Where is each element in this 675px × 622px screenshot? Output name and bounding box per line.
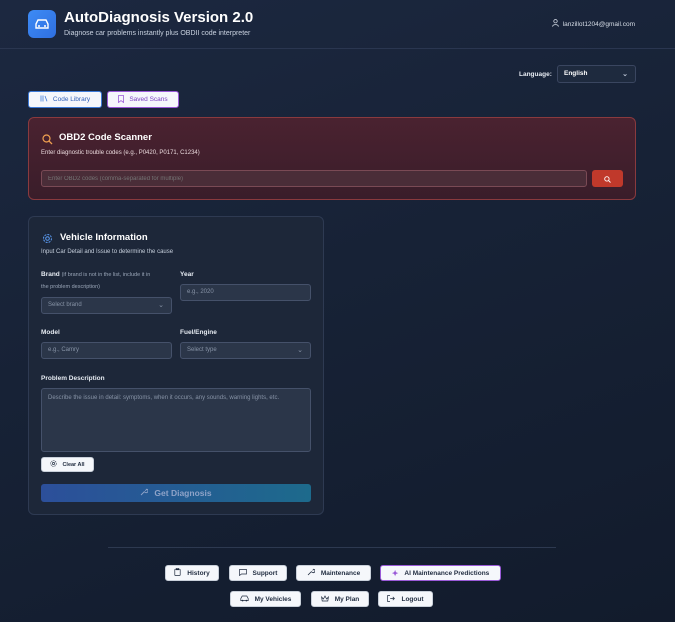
vehicle-information-panel: Vehicle Information Input Car Detail and… xyxy=(28,216,324,515)
year-label: Year xyxy=(180,271,194,278)
fuel-engine-label: Fuel/Engine xyxy=(180,329,217,336)
crown-icon xyxy=(320,594,329,604)
bookmark-icon xyxy=(118,94,125,105)
history-button[interactable]: History xyxy=(165,565,219,581)
model-label: Model xyxy=(41,329,60,336)
year-placeholder: e.g., 2020 xyxy=(187,289,214,295)
scanner-title: OBD2 Code Scanner xyxy=(59,132,152,143)
app-title: AutoDiagnosis Version 2.0 xyxy=(64,9,254,26)
brand-label-text: Brand xyxy=(41,271,60,278)
app-header: AutoDiagnosis Version 2.0 Diagnose car p… xyxy=(0,0,675,49)
gear-icon xyxy=(50,460,58,469)
problem-description-label: Problem Description xyxy=(41,375,105,382)
chevron-down-icon: ⌄ xyxy=(158,302,164,309)
obd2-code-input[interactable] xyxy=(41,170,587,187)
my-vehicles-label: My Vehicles xyxy=(254,595,292,603)
car-icon xyxy=(240,595,249,604)
search-icon xyxy=(42,132,53,150)
code-library-label: Code Library xyxy=(52,96,91,103)
ai-maintenance-predictions-button[interactable]: ✦ AI Maintenance Predictions xyxy=(380,565,501,581)
chevron-down-icon: ⌄ xyxy=(622,71,628,78)
obd2-scanner-panel: OBD2 Code Scanner Enter diagnostic troub… xyxy=(28,117,636,200)
user-account[interactable]: lanzillot1204@gmail.com xyxy=(551,19,635,29)
brand-select-value: Select brand xyxy=(48,302,82,308)
search-icon xyxy=(604,170,611,188)
brand-select[interactable]: Select brand ⌄ xyxy=(41,297,172,314)
code-library-button[interactable]: Code Library xyxy=(28,91,102,108)
problem-description-input[interactable]: Describe the issue in detail: symptoms, … xyxy=(41,388,311,452)
gear-icon xyxy=(42,231,53,249)
user-email: lanzillot1204@gmail.com xyxy=(562,20,635,28)
support-label: Support xyxy=(252,569,278,577)
user-icon xyxy=(551,19,559,29)
vehicle-description: Input Car Detail and Issue to determine … xyxy=(41,249,174,255)
scan-button[interactable] xyxy=(592,170,623,187)
library-icon xyxy=(40,95,48,104)
ai-predictions-label: AI Maintenance Predictions xyxy=(404,569,490,577)
brand-note: (if brand is not in the list, include it… xyxy=(61,272,151,278)
history-label: History xyxy=(187,569,210,577)
support-button[interactable]: Support xyxy=(229,565,287,581)
clear-all-button[interactable]: Clear All xyxy=(41,457,94,472)
fuel-engine-select[interactable]: Select type ⌄ xyxy=(180,342,311,359)
model-input[interactable]: e.g., Camry xyxy=(41,342,172,359)
saved-scans-label: Saved Scans xyxy=(129,96,168,103)
language-label: Language: xyxy=(519,71,552,78)
chevron-down-icon: ⌄ xyxy=(297,347,303,354)
maintenance-button[interactable]: Maintenance xyxy=(296,565,371,581)
logout-label: Logout xyxy=(401,595,424,603)
fuel-engine-value: Select type xyxy=(187,347,217,353)
clear-all-label: Clear All xyxy=(62,461,85,468)
maintenance-label: Maintenance xyxy=(320,569,361,577)
vehicle-title: Vehicle Information xyxy=(60,232,148,243)
my-plan-button[interactable]: My Plan xyxy=(311,591,369,607)
logout-icon xyxy=(387,594,396,604)
chat-icon xyxy=(238,568,247,578)
brand-note-continued: the problem description) xyxy=(41,284,101,290)
clipboard-icon xyxy=(174,568,181,578)
language-select[interactable]: English ⌄ xyxy=(557,65,636,83)
model-placeholder: e.g., Camry xyxy=(48,347,80,353)
wrench-icon xyxy=(307,568,316,578)
problem-placeholder: Describe the issue in detail: symptoms, … xyxy=(48,395,280,401)
wrench-icon xyxy=(140,488,149,498)
language-value: English xyxy=(564,70,588,77)
logout-button[interactable]: Logout xyxy=(378,591,433,607)
get-diagnosis-button[interactable]: Get Diagnosis xyxy=(41,484,311,502)
car-icon xyxy=(28,10,56,38)
scanner-description: Enter diagnostic trouble codes (e.g., P0… xyxy=(41,150,200,156)
get-diagnosis-label: Get Diagnosis xyxy=(154,488,212,498)
footer-divider xyxy=(108,547,556,548)
year-input[interactable]: e.g., 2020 xyxy=(180,284,311,301)
brand-label: Brand (if brand is not in the list, incl… xyxy=(41,271,150,278)
sparkle-icon: ✦ xyxy=(391,568,399,578)
my-vehicles-button[interactable]: My Vehicles xyxy=(230,591,301,607)
app-subtitle: Diagnose car problems instantly plus OBD… xyxy=(64,30,251,37)
my-plan-label: My Plan xyxy=(334,595,360,603)
saved-scans-button[interactable]: Saved Scans xyxy=(107,91,179,108)
